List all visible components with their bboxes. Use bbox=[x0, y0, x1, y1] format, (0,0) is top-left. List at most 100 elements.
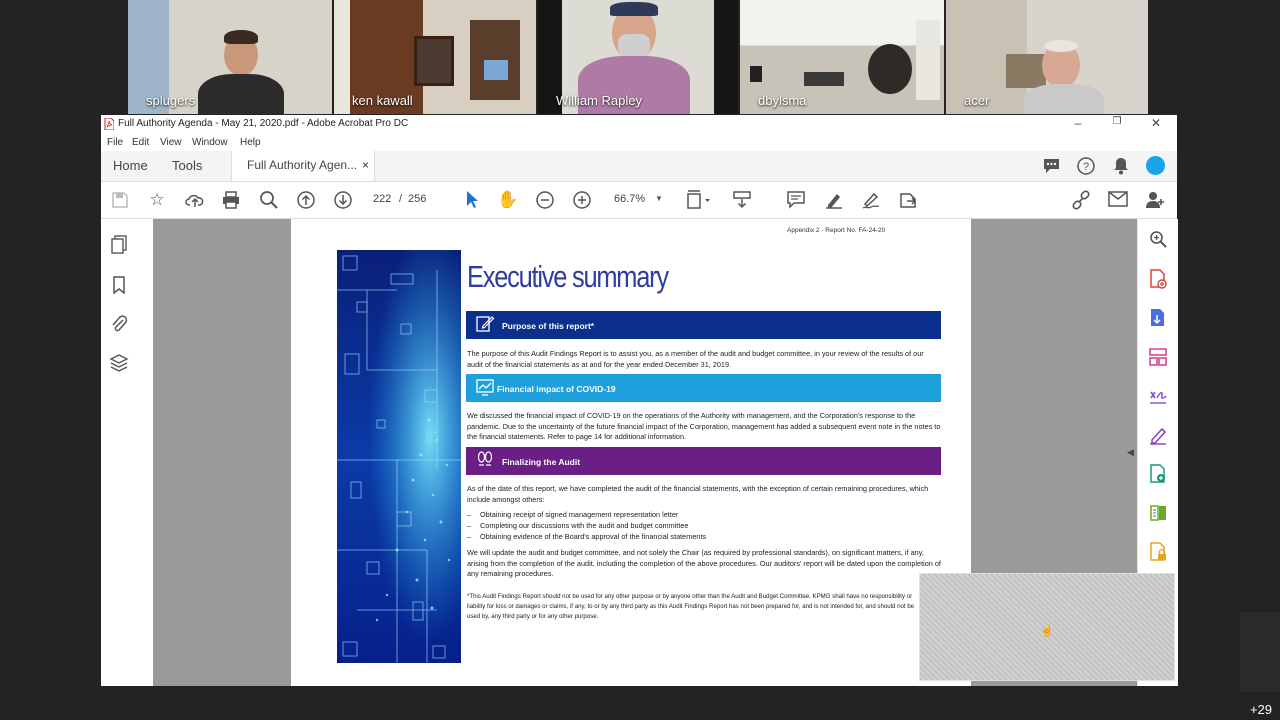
svg-text:?: ? bbox=[1083, 161, 1089, 173]
list-item-text: Obtaining evidence of the Board's approv… bbox=[480, 532, 707, 541]
video-tile-splugers[interactable]: splugers bbox=[128, 0, 332, 114]
menu-help[interactable]: Help bbox=[240, 137, 261, 148]
add-person-icon[interactable] bbox=[1145, 190, 1165, 210]
edit-pdf-icon[interactable] bbox=[1149, 464, 1167, 484]
bookmark-star-icon[interactable]: ☆ bbox=[146, 189, 168, 211]
organize-pages-icon[interactable] bbox=[1149, 347, 1167, 367]
zoom-dropdown-icon[interactable]: ▼ bbox=[655, 194, 663, 203]
section-bar-covid: Financial impact of COVID-19 bbox=[466, 374, 941, 402]
share-link-icon[interactable] bbox=[1071, 190, 1091, 210]
menu-bar: File Edit View Window Help bbox=[101, 134, 1177, 151]
purpose-paragraph: The purpose of this Audit Findings Repor… bbox=[467, 349, 924, 369]
page-number-input[interactable]: 222 bbox=[373, 193, 391, 205]
pdf-file-icon bbox=[104, 118, 114, 130]
help-icon[interactable]: ? bbox=[1077, 157, 1095, 175]
close-window-button[interactable]: ✕ bbox=[1146, 116, 1166, 130]
section-title: Finalizing the Audit bbox=[502, 457, 581, 467]
select-cursor-icon[interactable] bbox=[464, 190, 480, 210]
tab-document[interactable]: Full Authority Agen... × bbox=[231, 151, 375, 181]
navigation-pane bbox=[101, 219, 154, 686]
list-item: – Obtaining evidence of the Board's appro… bbox=[467, 532, 707, 541]
save-icon[interactable] bbox=[111, 191, 129, 209]
covid-paragraph: We discussed the financial impact of COV… bbox=[467, 411, 941, 441]
video-tile-dbylsma[interactable]: dbylsma bbox=[740, 0, 944, 114]
participant-name: ken kawall bbox=[352, 93, 413, 108]
account-avatar[interactable] bbox=[1146, 156, 1165, 175]
protect-pdf-icon[interactable] bbox=[1149, 542, 1167, 562]
tab-bar: Home Tools Full Authority Agen... × ? bbox=[101, 151, 1177, 182]
section-bar-purpose: Purpose of this report* bbox=[466, 311, 941, 339]
cloud-upload-icon[interactable] bbox=[185, 190, 205, 210]
zoom-in-icon[interactable] bbox=[572, 190, 592, 210]
more-participants-count[interactable]: +29 bbox=[1250, 702, 1272, 717]
keyboard-scroll-icon[interactable] bbox=[732, 190, 752, 210]
attachment-paperclip-icon[interactable] bbox=[110, 314, 128, 334]
export-pdf-icon[interactable] bbox=[1149, 308, 1167, 328]
list-item-text: Completing our discussions with the audi… bbox=[480, 521, 689, 530]
title-bar: Full Authority Agenda - May 21, 2020.pdf… bbox=[101, 115, 1177, 134]
page-heading: Executive summary bbox=[467, 259, 669, 294]
list-item: – Obtaining receipt of signed management … bbox=[467, 510, 679, 519]
toolbar: ☆ 222 / 256 ✋ 66.7% ▼ bbox=[101, 182, 1177, 219]
video-tile-william-rapley[interactable]: William Rapley bbox=[538, 0, 738, 114]
minimize-button[interactable]: – bbox=[1068, 116, 1088, 130]
zoom-level-select[interactable]: 66.7% bbox=[614, 193, 645, 205]
video-tile-acer[interactable]: acer bbox=[946, 0, 1148, 114]
side-panel-edge bbox=[1240, 612, 1280, 692]
section-bar-finalizing: Finalizing the Audit bbox=[466, 447, 941, 475]
cursor-hand-icon: ☝ bbox=[1040, 625, 1054, 637]
tab-tools[interactable]: Tools bbox=[172, 158, 202, 173]
section-title: Purpose of this report* bbox=[502, 321, 595, 331]
menu-view[interactable]: View bbox=[160, 137, 182, 148]
restore-button[interactable]: ❐ bbox=[1107, 116, 1127, 127]
cover-image bbox=[337, 250, 461, 663]
participant-name: dbylsma bbox=[758, 93, 807, 108]
participant-name: William Rapley bbox=[556, 93, 642, 108]
print-icon[interactable] bbox=[221, 190, 241, 210]
footnote: *This Audit Findings Report should not b… bbox=[467, 593, 915, 620]
comment-bubble-icon[interactable] bbox=[1043, 158, 1060, 174]
page-separator: / bbox=[399, 193, 403, 205]
next-page-icon[interactable] bbox=[333, 190, 353, 210]
window-title: Full Authority Agenda - May 21, 2020.pdf… bbox=[118, 118, 409, 129]
page-total: 256 bbox=[408, 193, 427, 205]
menu-file[interactable]: File bbox=[107, 137, 123, 148]
finalizing-paragraph: We will update the audit and budget comm… bbox=[467, 548, 941, 578]
hand-tool-icon[interactable]: ✋ bbox=[497, 189, 519, 211]
layers-icon[interactable] bbox=[109, 353, 129, 373]
create-pdf-icon[interactable] bbox=[1149, 269, 1167, 289]
find-icon[interactable] bbox=[259, 190, 279, 210]
tab-close-button[interactable]: × bbox=[362, 158, 369, 172]
request-signature-icon[interactable] bbox=[1149, 425, 1167, 445]
fill-sign-icon[interactable] bbox=[1149, 386, 1167, 406]
comment-icon[interactable] bbox=[787, 191, 805, 209]
self-view-video-tile[interactable]: ☝ bbox=[919, 573, 1175, 681]
highlight-pen-icon[interactable] bbox=[824, 190, 844, 210]
chart-monitor-icon bbox=[476, 379, 494, 396]
footprints-icon bbox=[477, 451, 493, 466]
collapse-right-arrow-icon[interactable]: ◀ bbox=[1127, 447, 1134, 458]
email-icon[interactable] bbox=[1108, 191, 1128, 207]
acrobat-window: Full Authority Agenda - May 21, 2020.pdf… bbox=[101, 115, 1178, 686]
appendix-label: Appendix 2 - Report No. FA-24-20 bbox=[787, 227, 886, 234]
bookmark-icon[interactable] bbox=[112, 276, 126, 294]
participant-name: splugers bbox=[146, 93, 196, 108]
tab-document-label: Full Authority Agen... bbox=[247, 158, 358, 172]
search-zoom-icon[interactable] bbox=[1149, 230, 1167, 248]
export-tool-icon[interactable] bbox=[898, 190, 918, 210]
previous-page-icon[interactable] bbox=[296, 190, 316, 210]
page-view-icon[interactable] bbox=[686, 190, 712, 210]
page-thumbnails-icon[interactable] bbox=[110, 235, 128, 255]
notification-bell-icon[interactable] bbox=[1113, 157, 1129, 175]
menu-edit[interactable]: Edit bbox=[132, 137, 149, 148]
menu-window[interactable]: Window bbox=[192, 137, 228, 148]
sign-pen-icon[interactable] bbox=[861, 190, 881, 210]
finalizing-intro-paragraph: As of the date of this report, we have c… bbox=[467, 484, 929, 504]
pdf-page: Appendix 2 - Report No. FA-24-20 Executi… bbox=[291, 219, 971, 686]
notepad-pencil-icon bbox=[476, 316, 495, 332]
video-tile-ken-kawall[interactable]: ken kawall bbox=[334, 0, 536, 114]
tab-home[interactable]: Home bbox=[113, 158, 148, 173]
zoom-out-icon[interactable] bbox=[535, 190, 555, 210]
section-title: Financial impact of COVID-19 bbox=[497, 384, 616, 394]
compare-files-icon[interactable] bbox=[1149, 503, 1167, 523]
